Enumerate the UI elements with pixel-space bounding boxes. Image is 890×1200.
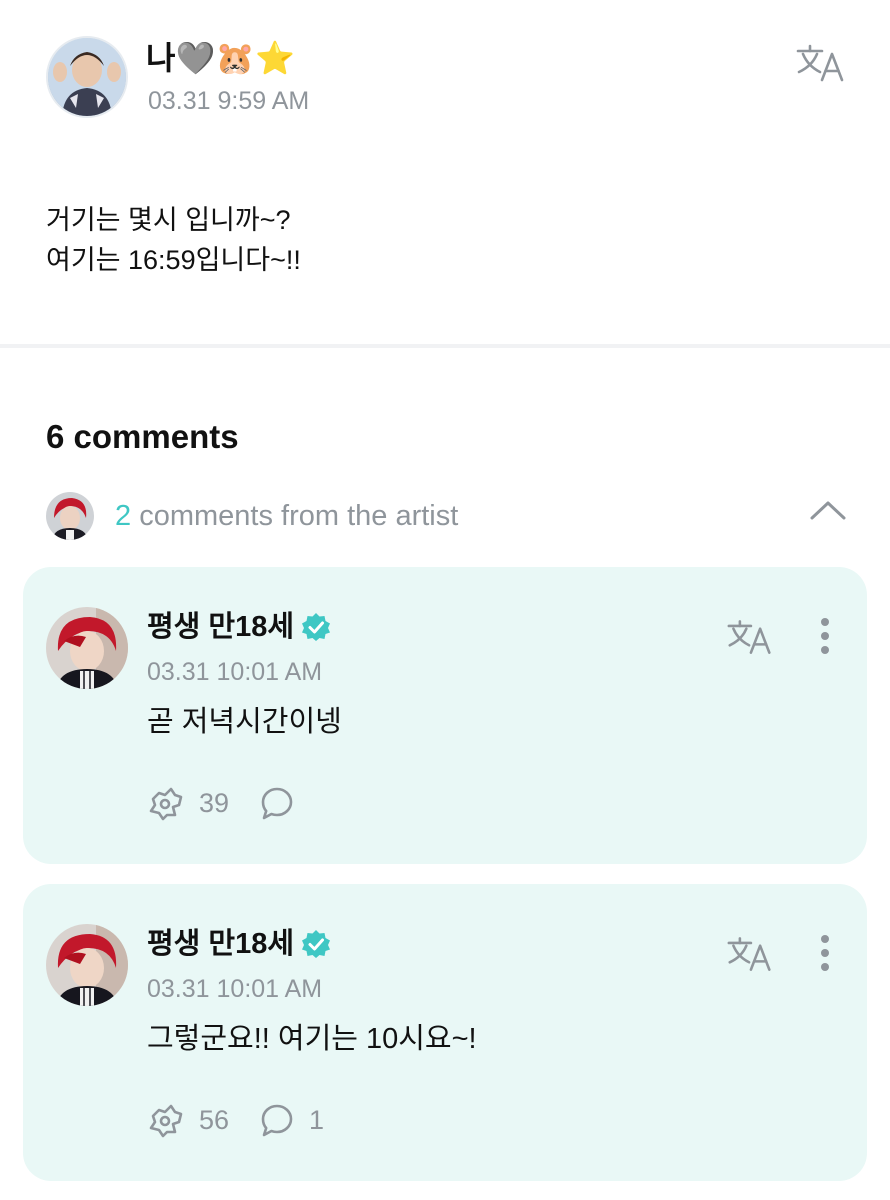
comment-author[interactable]: 평생 만18세: [147, 609, 332, 645]
reply-icon[interactable]: [259, 1102, 295, 1138]
post-author-name[interactable]: 나🩶🐹⭐: [146, 36, 295, 80]
artist-avatar[interactable]: [46, 492, 94, 540]
more-vertical-icon[interactable]: [819, 617, 831, 655]
like-icon[interactable]: [147, 1102, 185, 1138]
comment-actions: 39: [147, 783, 339, 823]
comment-actions: 56 1: [147, 1100, 354, 1140]
post-body: 거기는 몇시 입니까~? 여기는 16:59입니다~!!: [46, 200, 301, 280]
post-body-line: 여기는 16:59입니다~!!: [46, 245, 301, 275]
like-count: 56: [199, 1104, 230, 1135]
translate-icon[interactable]: [796, 44, 846, 82]
verified-badge-icon: [302, 930, 331, 958]
like-count: 39: [199, 787, 230, 818]
artist-comments-toggle[interactable]: 2 comments from the artist: [115, 498, 458, 534]
comment-author-avatar[interactable]: [46, 607, 128, 689]
post-body-line: 거기는 몇시 입니까~?: [46, 205, 291, 235]
comment-author[interactable]: 평생 만18세: [147, 926, 332, 962]
post-detail-page: 나🩶🐹⭐ 03.31 9:59 AM 거기는 몇시 입니까~? 여기는 16:5…: [0, 0, 890, 1200]
post-author-avatar[interactable]: [46, 36, 128, 118]
comment-author-avatar[interactable]: [46, 924, 128, 1006]
comment-author-name: 평생 만18세: [147, 611, 295, 643]
artist-comments-label: comments from the artist: [139, 500, 459, 532]
comment-text: 그렇군요!! 여기는 10시요~!: [147, 1023, 477, 1055]
comments-count: 6 comments: [46, 418, 239, 455]
artist-comments-count: 2: [115, 500, 132, 532]
like-icon[interactable]: [147, 785, 185, 821]
comment-timestamp: 03.31 10:01 AM: [147, 975, 323, 1003]
reply-icon[interactable]: [259, 785, 295, 821]
post-timestamp: 03.31 9:59 AM: [148, 87, 310, 115]
section-divider: [0, 344, 890, 348]
chevron-up-icon[interactable]: [808, 498, 848, 522]
translate-icon[interactable]: [727, 936, 773, 972]
comment-text: 곧 저녁시간이넹: [147, 706, 342, 738]
more-vertical-icon[interactable]: [819, 934, 831, 972]
artist-comment-card: 평생 만18세 03.31 10:01 AM 그렇군요!! 여기는 10시요~!: [23, 884, 867, 1181]
translate-icon[interactable]: [727, 619, 773, 655]
comment-author-name: 평생 만18세: [147, 928, 295, 960]
artist-comment-card: 평생 만18세 03.31 10:01 AM 곧 저녁시간이넹 39: [23, 567, 867, 864]
comment-timestamp: 03.31 10:01 AM: [147, 658, 323, 686]
verified-badge-icon: [302, 613, 331, 641]
reply-count: 1: [309, 1104, 325, 1135]
